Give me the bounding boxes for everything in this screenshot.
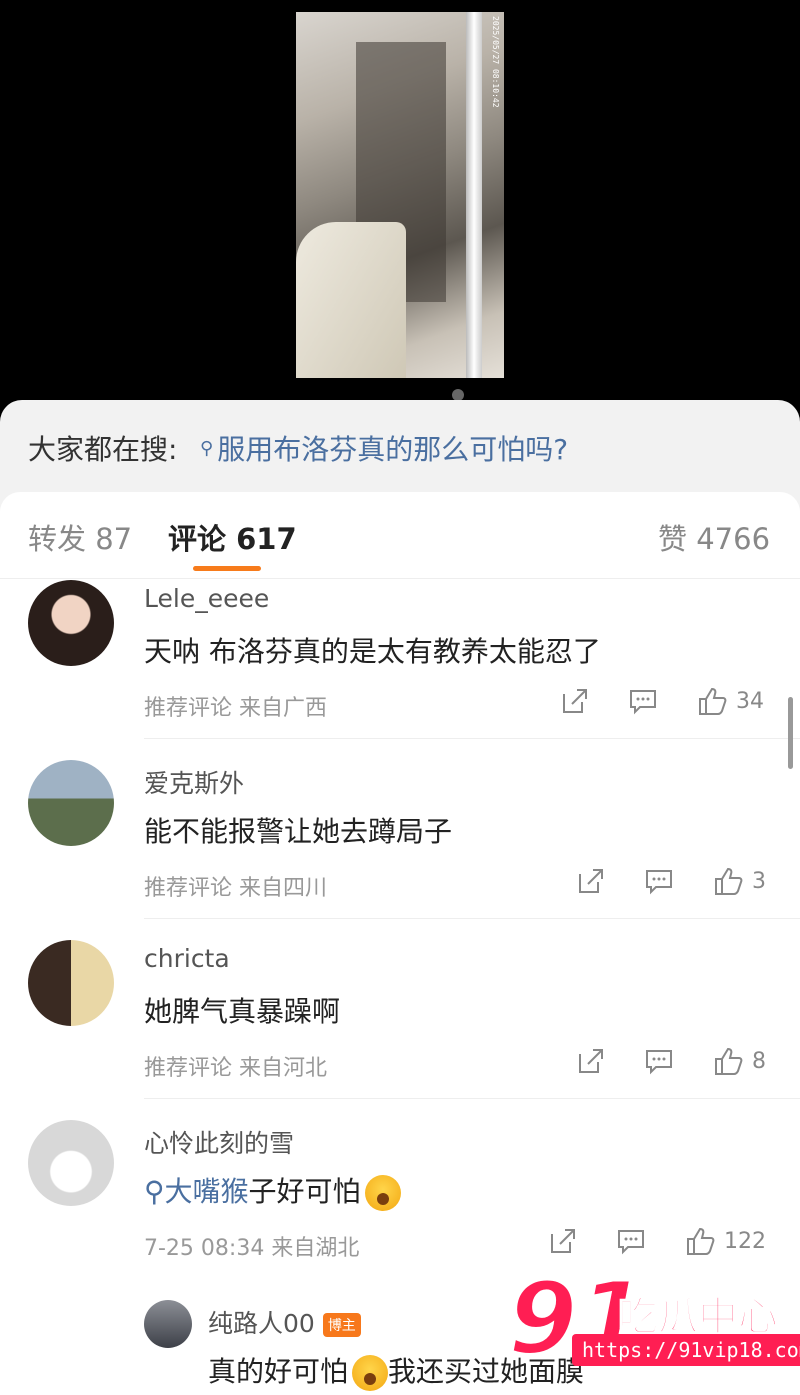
- reply-avatar[interactable]: [144, 1300, 192, 1348]
- video-scene-sofa: [296, 222, 406, 378]
- divider: [144, 738, 800, 739]
- tab-reposts-label: 转发: [28, 522, 87, 556]
- hot-search-link[interactable]: ⚲ 服用布洛芬真的那么可怕吗?: [200, 428, 568, 468]
- comment-time: 7-25 08:34: [144, 1236, 265, 1261]
- author-badge: 博主: [322, 1313, 361, 1337]
- like-icon: [715, 1047, 743, 1075]
- hot-search-prefix: 大家都在搜:: [28, 433, 178, 466]
- like-button[interactable]: 122: [684, 1224, 766, 1258]
- comment-text: 能不能报警让她去蹲局子: [144, 815, 453, 848]
- avatar[interactable]: [28, 940, 114, 1026]
- comment-tag: 推荐评论: [144, 876, 233, 901]
- tab-comments[interactable]: 评论 617: [168, 516, 297, 558]
- tab-reposts[interactable]: 转发 87: [28, 516, 132, 558]
- reply-text-a: 真的好可怕: [208, 1355, 349, 1388]
- reply-username-row: 纯路人00 博主: [208, 1304, 361, 1340]
- comment-location: 来自广西: [239, 696, 328, 721]
- share-icon[interactable]: [576, 864, 606, 898]
- avatar[interactable]: [28, 760, 114, 846]
- comment-location: 来自湖北: [271, 1236, 360, 1261]
- comment-icon[interactable]: [616, 1224, 646, 1258]
- comment-search-text[interactable]: 大嘴猴: [165, 1175, 249, 1208]
- comment-location: 来自四川: [239, 876, 328, 901]
- reply-username[interactable]: 纯路人00: [208, 1309, 315, 1338]
- comment-meta: 推荐评论 来自河北: [144, 1050, 327, 1082]
- tab-bar: 转发 87 评论 617 赞 4766: [0, 492, 800, 579]
- like-icon: [715, 867, 743, 895]
- hot-search-bar[interactable]: 大家都在搜: ⚲ 服用布洛芬真的那么可怕吗?: [0, 400, 800, 492]
- comment-text: 她脾气真暴躁啊: [144, 995, 341, 1028]
- divider: [144, 1098, 800, 1099]
- comment-meta: 7-25 08:34 来自湖北: [144, 1230, 359, 1262]
- scrollbar-thumb[interactable]: [788, 697, 793, 769]
- scared-emoji-icon: [364, 1175, 401, 1211]
- divider: [144, 918, 800, 919]
- tab-comments-count: 617: [236, 522, 297, 556]
- comment-tag: 推荐评论: [144, 1056, 233, 1081]
- share-icon[interactable]: [560, 684, 590, 718]
- comment-text-tail: 子好可怕: [248, 1175, 361, 1208]
- video-frame[interactable]: 2025/05/27 08:10:42: [296, 12, 504, 378]
- comment-username[interactable]: chricta: [144, 944, 230, 973]
- comment-meta: 推荐评论 来自广西: [144, 690, 327, 722]
- like-button[interactable]: 34: [696, 684, 764, 718]
- comment-sheet: 大家都在搜: ⚲ 服用布洛芬真的那么可怕吗? 转发 87 评论 617 赞 47…: [0, 400, 800, 1395]
- share-icon[interactable]: [548, 1224, 578, 1258]
- comment-username[interactable]: 心怜此刻的雪: [144, 1124, 294, 1160]
- video-timestamp: 2025/05/27 08:10:42: [491, 16, 500, 108]
- search-icon: ⚲: [200, 437, 214, 459]
- comment-tag: 推荐评论: [144, 696, 233, 721]
- like-button[interactable]: 8: [712, 1044, 766, 1078]
- avatar[interactable]: [28, 580, 114, 666]
- watermark-url: https://91vip18.com: [572, 1334, 800, 1366]
- like-count: 34: [736, 688, 764, 714]
- watermark-logo: 91 吃瓜中心 https://91vip18.com: [506, 1259, 800, 1395]
- tab-reposts-count: 87: [95, 522, 133, 556]
- comment-location: 来自河北: [239, 1056, 328, 1081]
- like-icon: [687, 1227, 715, 1255]
- video-player[interactable]: 2025/05/27 08:10:42: [0, 0, 800, 410]
- comment-icon[interactable]: [628, 684, 658, 718]
- comment-icon[interactable]: [644, 1044, 674, 1078]
- tab-likes-label: 赞: [658, 522, 688, 556]
- comment-meta: 推荐评论 来自四川: [144, 870, 327, 902]
- active-tab-indicator: [193, 566, 261, 571]
- video-scene-light: [466, 12, 482, 378]
- crying-emoji-icon: [352, 1355, 389, 1391]
- comment-username[interactable]: 爱克斯外: [144, 764, 244, 800]
- comment-text: 天呐 布洛芬真的是太有教养太能忍了: [144, 635, 601, 668]
- tab-likes[interactable]: 赞 4766: [658, 516, 770, 558]
- comment-actions: 122: [548, 1224, 788, 1258]
- like-count: 122: [724, 1228, 766, 1254]
- avatar[interactable]: [28, 1120, 114, 1206]
- comment-icon[interactable]: [644, 864, 674, 898]
- like-icon: [699, 687, 727, 715]
- comment-actions: 8: [576, 1044, 776, 1078]
- comment-actions: 3: [576, 864, 776, 898]
- tab-comments-label: 评论: [168, 522, 227, 556]
- share-icon[interactable]: [576, 1044, 606, 1078]
- like-button[interactable]: 3: [712, 864, 766, 898]
- hot-search-query[interactable]: 服用布洛芬真的那么可怕吗?: [217, 428, 568, 468]
- comment-username[interactable]: Lele_eeee: [144, 584, 269, 613]
- like-count: 8: [752, 1048, 766, 1074]
- comment-search-link[interactable]: ⚲大嘴猴: [144, 1175, 249, 1208]
- comment-actions: 34: [560, 684, 780, 718]
- comment-text: ⚲大嘴猴子好可怕: [144, 1170, 401, 1211]
- like-count: 3: [752, 868, 766, 894]
- tab-likes-count: 4766: [696, 522, 771, 556]
